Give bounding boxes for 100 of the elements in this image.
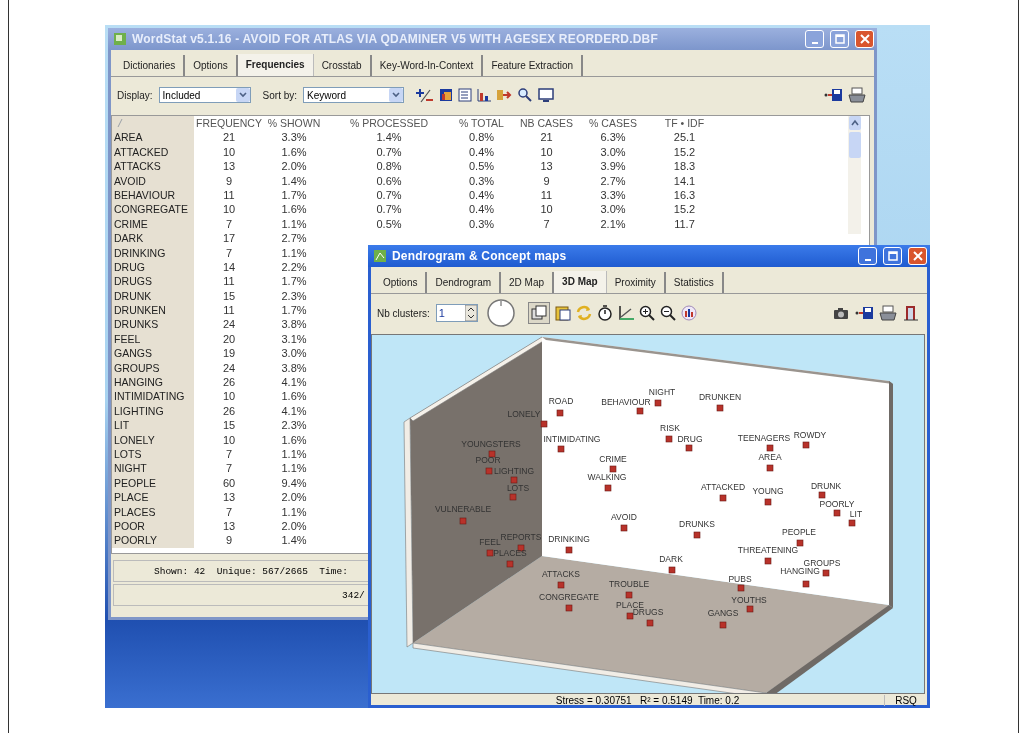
export-icon[interactable] [496,87,513,103]
column-header[interactable]: TF • IDF [642,116,727,131]
table-cell-text: 7 [224,504,234,519]
display-dropdown[interactable]: Included [158,87,251,103]
save-icon[interactable] [824,87,842,103]
point-marker [510,476,518,484]
table-cell-text: 1.6% [280,144,308,160]
save-icon[interactable] [855,305,873,321]
table-cell-text: 0.5% [467,159,496,174]
table-cell-text: 13 [221,518,237,534]
spin-arrows-icon[interactable] [464,305,477,321]
column-header[interactable]: % PROCESSED [324,116,454,131]
zoom-in-icon[interactable] [638,305,655,321]
point-marker [693,531,701,539]
table-cell-text: 1.7% [280,303,308,318]
row-label: POORLY [112,533,194,548]
map-label: LIGHTING [493,466,535,476]
paste-icon[interactable] [554,305,571,321]
point-marker [802,441,810,449]
status-text: Shown: 42 Unique: 567/2665 Time: [154,565,348,577]
table-cell-text: 3.9% [599,159,627,174]
search-icon[interactable] [517,87,534,103]
sort-dropdown[interactable]: Keyword [303,87,405,103]
table-cell-text: 2.1% [599,216,627,232]
tab[interactable]: Statistics [665,272,724,293]
point-marker [822,569,830,577]
maximize-icon[interactable] [887,251,898,261]
column-header[interactable]: % CASES [584,116,642,131]
monitor-icon[interactable] [538,87,555,103]
scrollbar[interactable] [848,116,861,234]
tab[interactable]: Proximity [606,272,666,293]
plus-minus-icon[interactable] [416,87,435,103]
rotation-dial-icon[interactable] [485,298,516,328]
table-cell-text: 10 [221,202,237,217]
3d-chart-icon[interactable] [680,305,697,321]
column-header[interactable]: NB CASES [509,116,584,131]
point-marker [557,445,565,453]
point-marker [685,444,693,452]
printer-icon[interactable] [879,305,897,321]
window-title: Dendrogram & Concept maps [392,249,567,263]
table-cell-text: 0.7% [375,187,403,203]
tab[interactable]: Key-Word-In-Context [371,55,484,76]
exit-door-icon[interactable] [903,304,919,322]
map-label: DRINKING [548,534,590,544]
map-label: POORLY [819,499,855,509]
axes-icon[interactable] [617,305,634,321]
tab[interactable]: Dendrogram [427,272,502,293]
table-icon[interactable] [439,87,454,103]
map-label: DARK [659,554,683,564]
column-header[interactable]: % TOTAL [454,116,509,131]
minimize-button[interactable] [858,247,877,265]
map-label: ROWDY [793,430,827,440]
table-cell-text: 1.1% [280,447,308,462]
scroll-up-icon[interactable] [848,116,861,130]
tab[interactable]: Crosstab [313,55,372,76]
point-marker [668,566,676,574]
point-marker [764,498,772,506]
table-cell-text: 0.6% [375,173,403,188]
column-header[interactable]: % SHOWN [264,116,324,131]
table-cell-text: 1.7% [280,187,308,203]
maximize-button[interactable] [883,247,902,265]
point-marker [620,524,628,532]
column-header[interactable]: FREQUENCY [194,116,264,131]
clusters-label: Nb clusters: [377,307,430,319]
map-label: THREATENING [737,545,799,555]
tab[interactable]: Frequencies [237,54,314,76]
table-cell-text: 2.0% [280,518,308,534]
table-cell-text: 3.1% [280,331,308,347]
tab[interactable]: Options [375,272,428,293]
zoom-out-icon[interactable] [659,305,676,321]
close-button[interactable] [908,247,927,265]
table-cell-text: 11 [539,187,554,203]
map-label: TEENAGERS [737,433,791,443]
tab[interactable]: 3D Map [554,271,607,293]
table-cell-text: 9 [542,173,551,188]
table-cell-text: 9 [224,173,234,188]
table-cell-text: 15 [221,288,237,304]
point-marker [488,450,496,458]
table-cell-text: 17 [221,231,237,246]
stopwatch-icon[interactable] [596,305,613,321]
table-cell-text: 21 [539,130,554,145]
table-cell-text: 0.8% [467,130,496,145]
map-label: POOR [475,455,501,465]
point-marker [459,517,467,525]
camera-icon[interactable] [833,305,849,321]
map-label: YOUTHS [731,595,767,605]
printer-icon[interactable] [848,87,866,103]
close-icon[interactable] [912,251,923,261]
table-cell-text: 7 [542,216,551,232]
map-label: YOUNGSTERS [461,439,521,449]
table-cell-text: 0.3% [467,173,496,188]
bar-chart-icon[interactable] [477,87,492,103]
point-marker [654,399,662,407]
map-label: DRUNKEN [699,392,741,402]
clusters-spin-field[interactable]: 1 [435,304,478,322]
tab[interactable]: Feature Extraction [483,55,584,76]
scrollbar-thumb[interactable] [848,132,861,158]
app-icon[interactable] [373,249,387,263]
table-cell-text: 2.2% [280,259,308,275]
tab[interactable]: Dictionaries [115,55,186,76]
